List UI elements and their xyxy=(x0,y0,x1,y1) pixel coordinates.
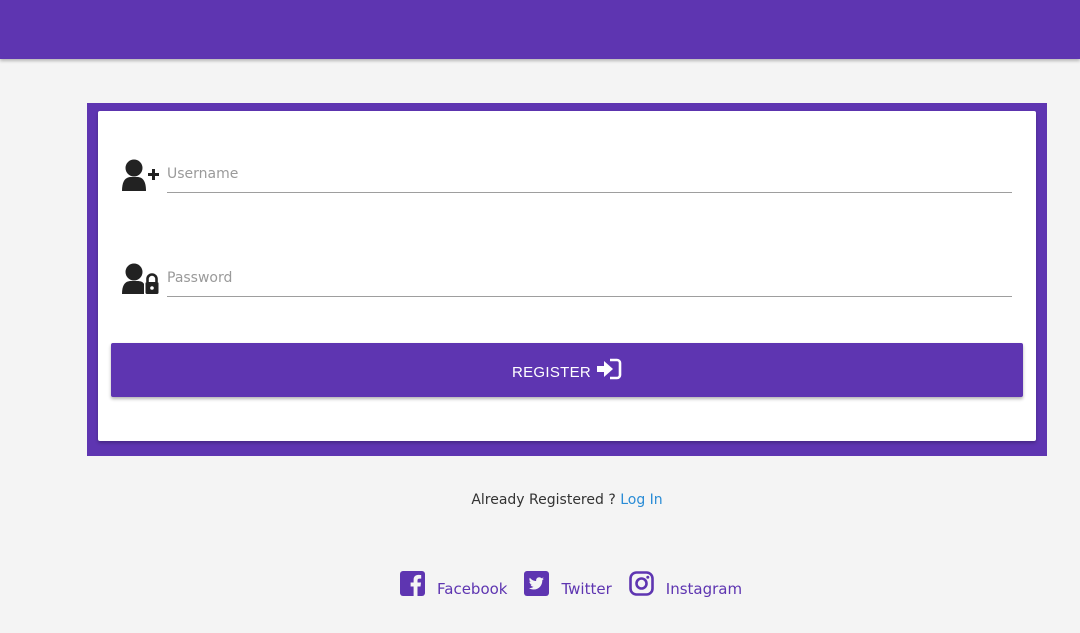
facebook-link[interactable]: Facebook xyxy=(400,570,508,598)
password-input[interactable] xyxy=(167,260,1012,297)
username-field-group xyxy=(122,156,1012,206)
twitter-square-icon xyxy=(524,570,550,596)
facebook-label: Facebook xyxy=(437,580,508,598)
top-navbar xyxy=(0,0,1080,59)
register-button[interactable]: REGISTER xyxy=(111,343,1023,397)
already-registered-line: Already Registered ? Log In xyxy=(0,492,1080,508)
register-form-card: REGISTER xyxy=(98,111,1036,441)
sign-in-icon xyxy=(596,358,622,383)
register-button-label: REGISTER xyxy=(511,363,592,381)
register-form-frame: REGISTER xyxy=(87,103,1047,456)
username-input[interactable] xyxy=(167,156,1012,193)
login-link[interactable]: Log In xyxy=(620,492,662,508)
user-lock-icon xyxy=(122,260,162,296)
facebook-square-icon xyxy=(400,570,425,596)
instagram-icon xyxy=(628,570,654,596)
twitter-link[interactable]: Twitter xyxy=(524,570,612,598)
twitter-label: Twitter xyxy=(561,580,612,598)
social-links: Facebook Twitter Instagram xyxy=(400,570,759,601)
already-registered-text: Already Registered ? xyxy=(471,492,616,508)
user-plus-icon xyxy=(122,156,162,192)
password-field-group xyxy=(122,260,1012,310)
instagram-label: Instagram xyxy=(665,580,743,598)
instagram-link[interactable]: Instagram xyxy=(628,570,743,598)
